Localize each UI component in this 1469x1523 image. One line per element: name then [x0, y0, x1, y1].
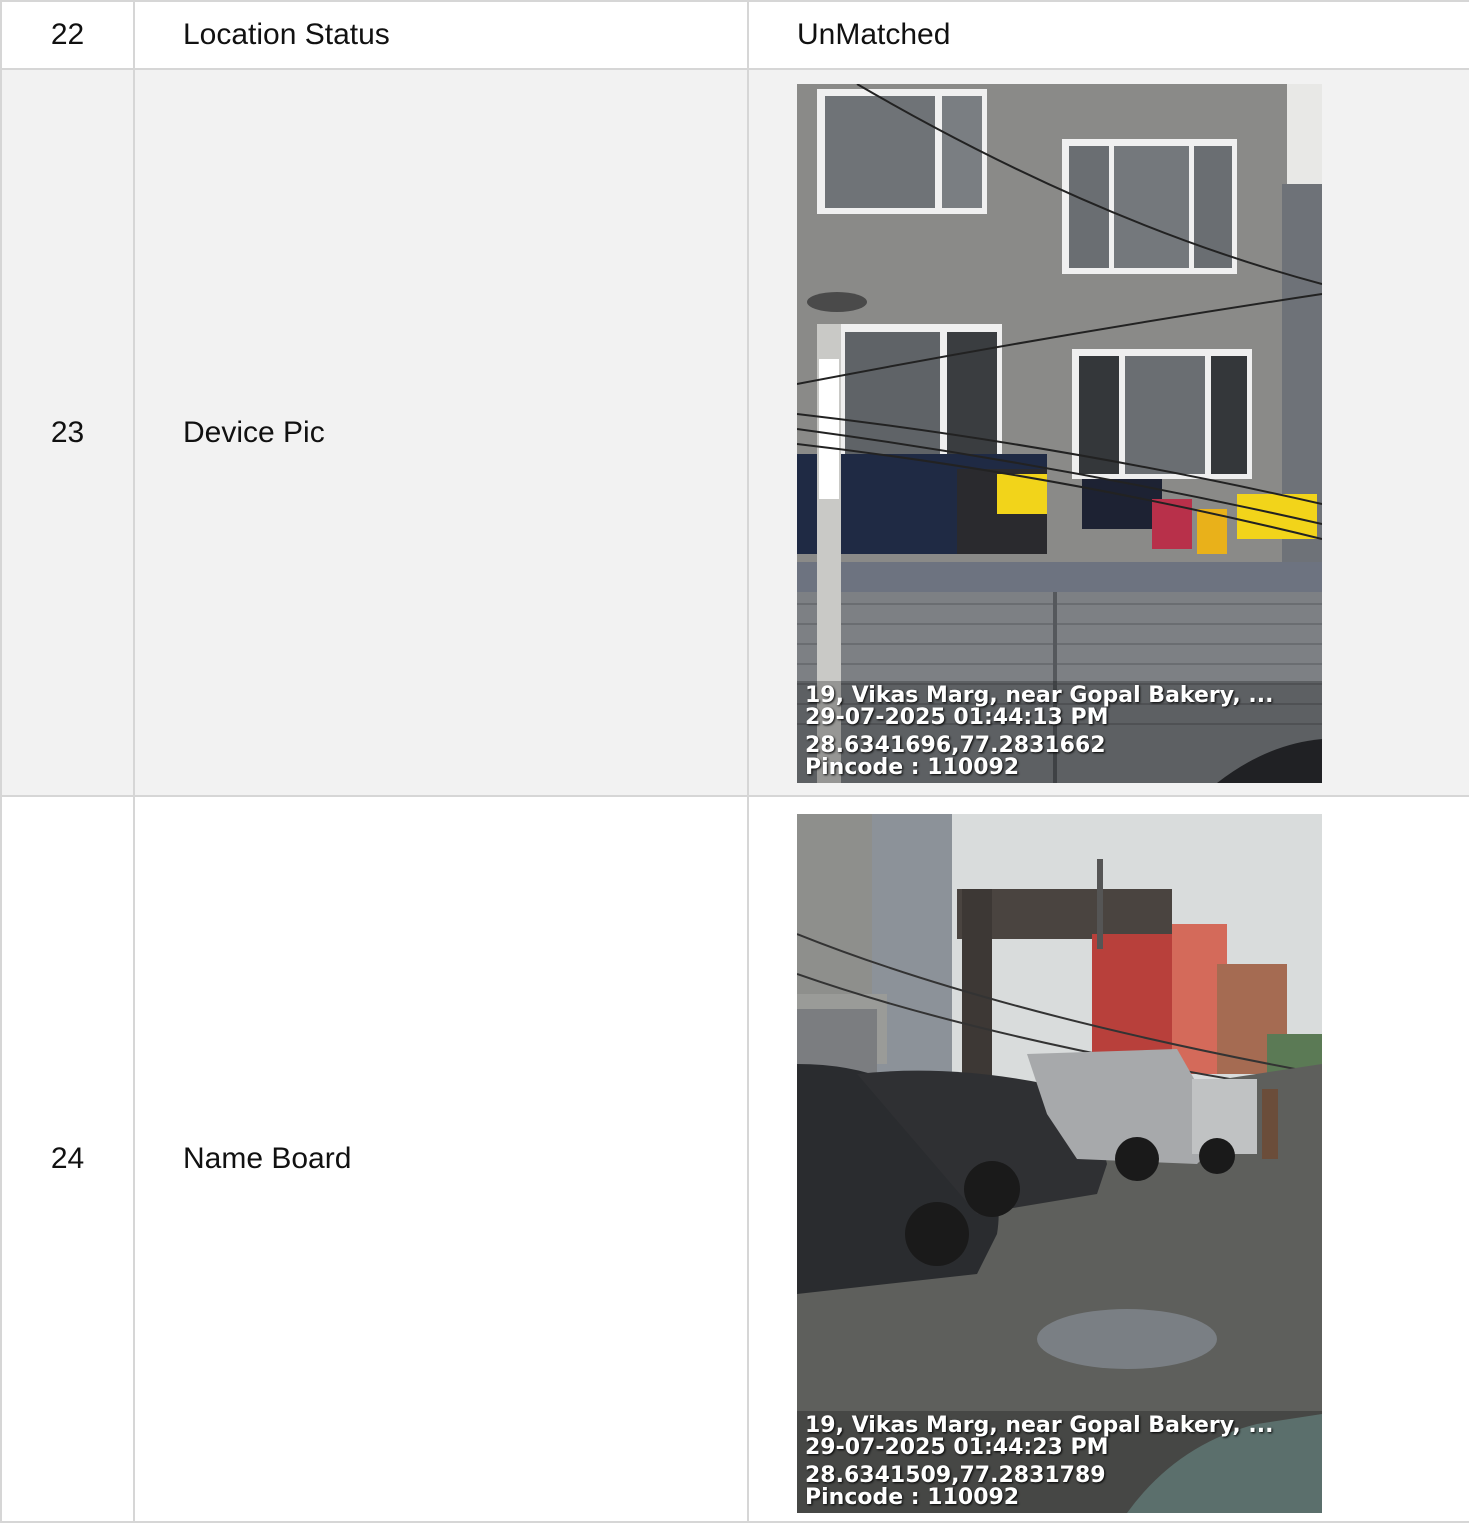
photo-datetime: 29-07-2025 01:44:13 PM — [805, 705, 1109, 730]
details-table: 22 Location Status UnMatched 23 Device P… — [0, 0, 1469, 1523]
field-label: Location Status — [133, 0, 749, 70]
device-photo[interactable]: 19, Vikas Marg, near Gopal Bakery, ... 2… — [797, 84, 1322, 783]
table-row: 24 Name Board 19, Vikas Marg, near Gopal… — [0, 795, 1469, 1523]
field-label: Device Pic — [133, 68, 749, 797]
photo-pincode: Pincode : 110092 — [805, 1485, 1020, 1510]
table-row: 23 Device Pic 19, Vikas Marg, near Gopal… — [0, 68, 1469, 797]
field-label: Name Board — [133, 795, 749, 1523]
photo-pincode: Pincode : 110092 — [805, 755, 1020, 780]
row-number: 23 — [0, 68, 135, 797]
photo-coordinates: 28.6341509,77.2831789 — [805, 1463, 1106, 1488]
photo-geotag-overlay: 19, Vikas Marg, near Gopal Bakery, ... 2… — [797, 1411, 1322, 1513]
name-board-photo[interactable]: 19, Vikas Marg, near Gopal Bakery, ... 2… — [797, 814, 1322, 1513]
building-photo-illustration — [797, 84, 1322, 783]
field-value: 19, Vikas Marg, near Gopal Bakery, ... 2… — [747, 795, 1469, 1523]
photo-datetime: 29-07-2025 01:44:23 PM — [805, 1435, 1109, 1460]
street-photo-illustration — [797, 814, 1322, 1513]
row-number: 24 — [0, 795, 135, 1523]
field-value: 19, Vikas Marg, near Gopal Bakery, ... 2… — [747, 68, 1469, 797]
field-value: UnMatched — [747, 0, 1469, 70]
row-number: 22 — [0, 0, 135, 70]
photo-geotag-overlay: 19, Vikas Marg, near Gopal Bakery, ... 2… — [797, 681, 1322, 783]
table-row: 22 Location Status UnMatched — [0, 0, 1469, 70]
photo-address: 19, Vikas Marg, near Gopal Bakery, ... — [805, 683, 1274, 708]
photo-address: 19, Vikas Marg, near Gopal Bakery, ... — [805, 1413, 1274, 1438]
photo-coordinates: 28.6341696,77.2831662 — [805, 733, 1106, 758]
